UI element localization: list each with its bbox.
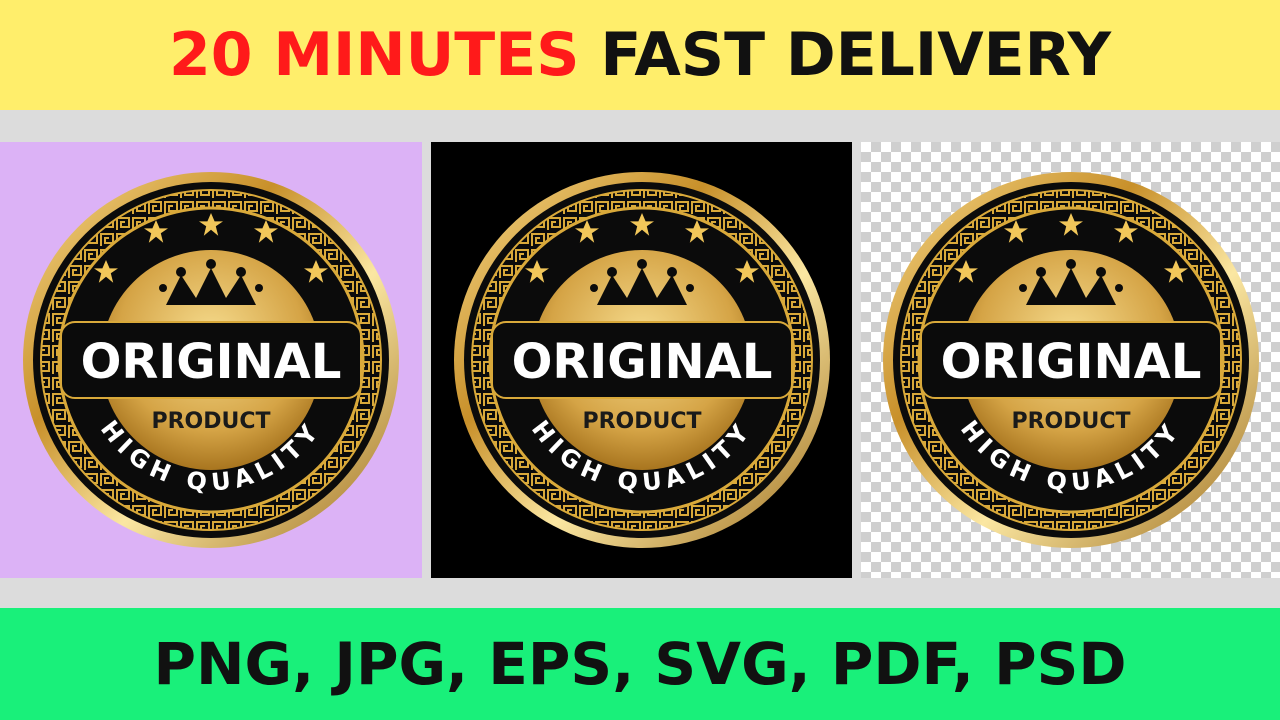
badge-seal: ORIGINAL PRODUCT HIGH QUALITY bbox=[453, 172, 830, 548]
headline: 20 MINUTES FAST DELIVERY bbox=[169, 25, 1111, 85]
preview-panel-black: ORIGINAL PRODUCT HIGH QUALITY bbox=[431, 142, 852, 578]
badge-sub-text: PRODUCT bbox=[582, 409, 701, 434]
preview-panel-transparent: ORIGINAL PRODUCT HIGH QUALITY bbox=[861, 142, 1280, 578]
badge-sub-text: PRODUCT bbox=[151, 409, 270, 434]
preview-panel-purple: ORIGINAL PRODUCT HIGH QUALITY bbox=[0, 142, 422, 578]
badge-sub-text: PRODUCT bbox=[1011, 409, 1130, 434]
bottom-banner: PNG, JPG, EPS, SVG, PDF, PSD bbox=[0, 608, 1280, 720]
headline-accent: 20 MINUTES bbox=[168, 20, 580, 90]
badge-seal: ORIGINAL PRODUCT HIGH QUALITY bbox=[882, 172, 1259, 548]
top-banner: 20 MINUTES FAST DELIVERY bbox=[0, 0, 1280, 110]
badge-main-text: ORIGINAL bbox=[81, 334, 342, 390]
badge-seal: ORIGINAL PRODUCT HIGH QUALITY bbox=[23, 172, 399, 548]
headline-rest: FAST DELIVERY bbox=[600, 20, 1112, 90]
file-formats-text: PNG, JPG, EPS, SVG, PDF, PSD bbox=[153, 630, 1127, 698]
badge-main-text: ORIGINAL bbox=[511, 334, 772, 390]
badge-main-text: ORIGINAL bbox=[940, 334, 1201, 390]
